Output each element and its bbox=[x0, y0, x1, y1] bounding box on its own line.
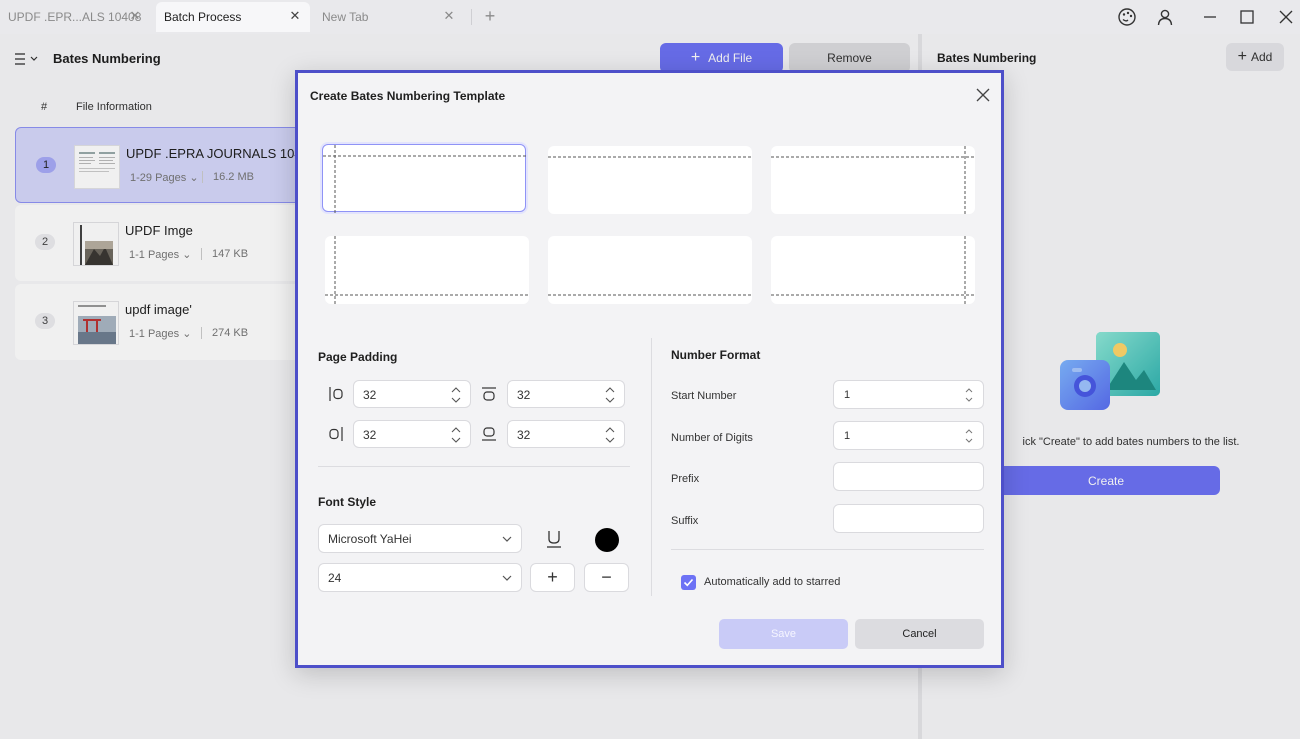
tab-label: Batch Process bbox=[164, 10, 242, 24]
page-padding-title: Page Padding bbox=[318, 350, 398, 364]
prefix-input[interactable] bbox=[833, 462, 984, 491]
font-style-title: Font Style bbox=[318, 495, 377, 509]
tab-label: UPDF .EPR...ALS 10408 bbox=[8, 10, 142, 24]
underline-icon[interactable] bbox=[543, 528, 565, 550]
tab-close-icon[interactable]: ✕ bbox=[128, 9, 142, 23]
chevron-down-icon bbox=[502, 575, 512, 581]
tab-new-tab[interactable]: New Tab ✕ bbox=[314, 2, 464, 32]
padding-right-icon bbox=[327, 425, 345, 443]
padding-bottom-input[interactable]: 32 bbox=[507, 420, 625, 448]
position-template-bottom-left[interactable] bbox=[325, 236, 529, 304]
tab-label: New Tab bbox=[322, 10, 369, 24]
padding-bottom-value: 32 bbox=[517, 428, 531, 442]
tab-updf-epra[interactable]: UPDF .EPR...ALS 10408 ✕ bbox=[0, 2, 150, 32]
theme-icon[interactable] bbox=[1117, 7, 1137, 27]
position-template-top-right[interactable] bbox=[771, 146, 975, 214]
column-divider bbox=[651, 338, 652, 596]
position-template-top-left[interactable] bbox=[322, 144, 527, 213]
spinner-arrows-icon[interactable] bbox=[965, 427, 973, 445]
font-size-value: 24 bbox=[328, 571, 342, 585]
padding-left-icon bbox=[327, 385, 345, 403]
minimize-icon[interactable] bbox=[1200, 7, 1220, 27]
section-divider bbox=[671, 549, 984, 550]
suffix-input[interactable] bbox=[833, 504, 984, 533]
tab-close-icon[interactable]: ✕ bbox=[288, 9, 302, 23]
number-format-title: Number Format bbox=[671, 348, 761, 362]
dialog-title: Create Bates Numbering Template bbox=[310, 89, 506, 103]
increase-font-size-button[interactable]: + bbox=[530, 563, 575, 592]
padding-right-value: 32 bbox=[363, 428, 377, 442]
padding-bottom-icon bbox=[480, 425, 498, 443]
close-icon[interactable] bbox=[1276, 7, 1296, 27]
start-number-value: 1 bbox=[844, 389, 851, 401]
title-bar: UPDF .EPR...ALS 10408 ✕ Batch Process ✕ … bbox=[0, 0, 1300, 34]
suffix-label: Suffix bbox=[671, 515, 699, 527]
font-color-swatch[interactable] bbox=[595, 528, 619, 552]
padding-top-input[interactable]: 32 bbox=[507, 380, 625, 408]
create-template-dialog: Create Bates Numbering Template Page Pad… bbox=[295, 70, 1004, 668]
auto-star-checkbox[interactable] bbox=[681, 575, 696, 590]
chevron-down-icon bbox=[502, 536, 512, 542]
tab-batch-process[interactable]: Batch Process ✕ bbox=[156, 2, 310, 32]
spinner-arrows-icon[interactable] bbox=[965, 386, 973, 404]
decrease-font-size-button[interactable]: − bbox=[584, 563, 629, 592]
spinner-arrows-icon[interactable] bbox=[605, 385, 615, 405]
cancel-button[interactable]: Cancel bbox=[855, 619, 984, 649]
digits-value: 1 bbox=[844, 430, 851, 442]
account-icon[interactable] bbox=[1155, 7, 1175, 27]
spinner-arrows-icon[interactable] bbox=[605, 425, 615, 445]
padding-left-input[interactable]: 32 bbox=[353, 380, 471, 408]
maximize-icon[interactable] bbox=[1237, 7, 1257, 27]
font-family-value: Microsoft YaHei bbox=[328, 532, 412, 546]
digits-input[interactable]: 1 bbox=[833, 421, 984, 450]
spinner-arrows-icon[interactable] bbox=[451, 425, 461, 445]
padding-top-value: 32 bbox=[517, 388, 531, 402]
digits-label: Number of Digits bbox=[671, 432, 753, 444]
position-template-bottom-center[interactable] bbox=[548, 236, 752, 304]
padding-right-input[interactable]: 32 bbox=[353, 420, 471, 448]
start-number-label: Start Number bbox=[671, 390, 737, 402]
position-template-bottom-right[interactable] bbox=[771, 236, 975, 304]
position-template-top-center[interactable] bbox=[548, 146, 752, 214]
font-size-select[interactable]: 24 bbox=[318, 563, 522, 592]
padding-top-icon bbox=[480, 385, 498, 403]
section-divider bbox=[318, 466, 630, 467]
font-family-select[interactable]: Microsoft YaHei bbox=[318, 524, 522, 553]
prefix-label: Prefix bbox=[671, 473, 700, 485]
save-button[interactable]: Save bbox=[719, 619, 848, 649]
dialog-close-icon[interactable] bbox=[975, 87, 991, 103]
checkmark-icon bbox=[683, 578, 694, 587]
spinner-arrows-icon[interactable] bbox=[451, 385, 461, 405]
start-number-input[interactable]: 1 bbox=[833, 380, 984, 409]
tab-divider bbox=[471, 9, 472, 25]
auto-star-label: Automatically add to starred bbox=[704, 576, 841, 588]
new-tab-plus-icon[interactable]: + bbox=[481, 7, 499, 25]
padding-left-value: 32 bbox=[363, 388, 377, 402]
tab-close-icon[interactable]: ✕ bbox=[442, 9, 456, 23]
